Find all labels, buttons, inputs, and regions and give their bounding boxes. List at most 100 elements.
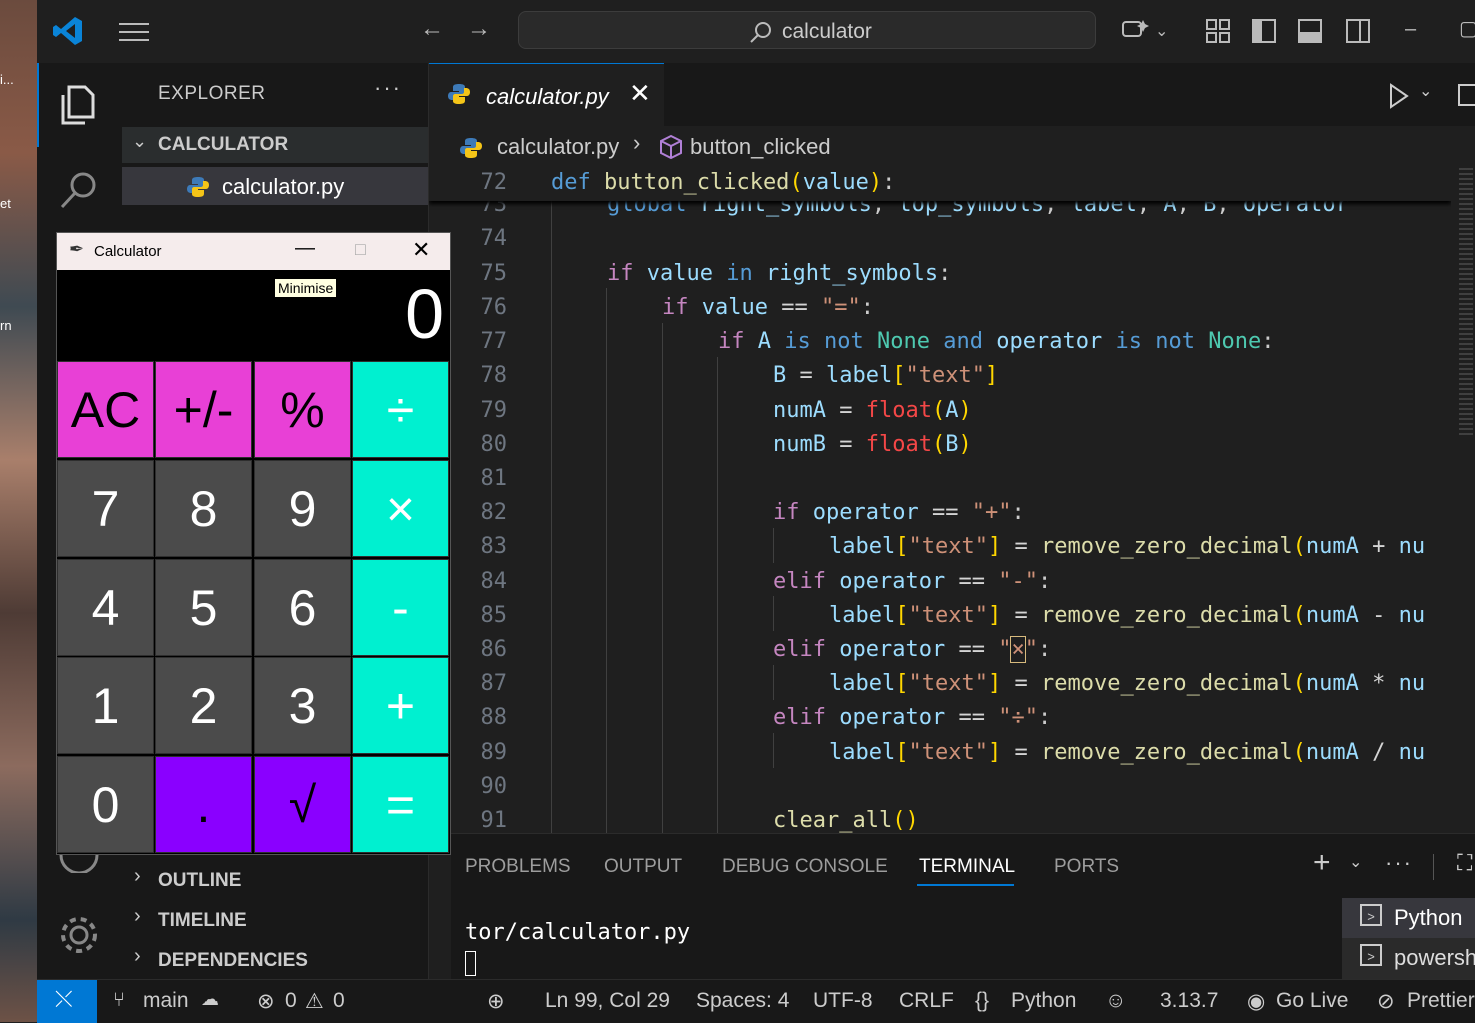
key-1[interactable]: 1 <box>57 657 154 754</box>
key-0[interactable]: 0 <box>57 756 154 853</box>
terminal-item-python[interactable]: > Python <box>1342 898 1475 938</box>
copilot-icon[interactable]: ☺ <box>1105 989 1126 1013</box>
tab-terminal[interactable]: TERMINAL <box>919 856 1015 878</box>
key-4[interactable]: 4 <box>57 559 154 656</box>
terminal-cursor <box>465 951 476 976</box>
menu-icon[interactable] <box>119 21 149 43</box>
key-negate[interactable]: +/- <box>155 361 252 458</box>
tab-problems[interactable]: PROBLEMS <box>465 856 571 878</box>
maximize-icon[interactable]: □ <box>355 239 366 260</box>
section-timeline[interactable]: › TIMELINE <box>122 901 428 939</box>
customize-layout-icon[interactable] <box>1205 18 1231 44</box>
key-5[interactable]: 5 <box>155 559 252 656</box>
close-icon[interactable]: ✕ <box>629 78 651 109</box>
cursor-position[interactable]: Ln 99, Col 29 <box>545 989 670 1013</box>
command-center-search[interactable]: calculator <box>518 11 1096 49</box>
error-icon: ⊗ <box>257 990 275 1013</box>
section-label: DEPENDENCIES <box>158 950 308 971</box>
key-7[interactable]: 7 <box>57 460 154 557</box>
code-line: def button_clicked(value): <box>551 170 896 195</box>
encoding[interactable]: UTF-8 <box>813 989 873 1013</box>
key-decimal[interactable]: . <box>155 756 252 853</box>
warning-count[interactable]: 0 <box>333 989 345 1013</box>
calculator-title-bar[interactable]: ✒ Calculator — □ ✕ <box>57 233 450 270</box>
indent-guide <box>717 357 718 833</box>
split-editor-icon[interactable] <box>1457 83 1475 107</box>
branch-name[interactable]: main <box>143 989 189 1013</box>
key-ac[interactable]: AC <box>57 361 154 458</box>
back-arrow-icon[interactable]: ← <box>420 14 444 44</box>
chevron-down-icon[interactable]: ⌄ <box>1349 852 1362 872</box>
tab-debug-console[interactable]: DEBUG CONSOLE <box>722 856 888 878</box>
file-calculator-py[interactable]: calculator.py <box>122 167 428 205</box>
prettier-status[interactable]: Prettier <box>1407 989 1475 1013</box>
key-subtract[interactable]: - <box>352 559 449 656</box>
indent-guide <box>773 596 774 631</box>
python-version[interactable]: 3.13.7 <box>1160 989 1218 1013</box>
toggle-secondary-sidebar-icon[interactable] <box>1345 18 1371 44</box>
section-outline[interactable]: › OUTLINE <box>122 861 428 899</box>
zoom-icon[interactable]: ⊕ <box>487 989 505 1014</box>
remote-indicator[interactable]: ⤬ <box>37 980 97 1023</box>
breadcrumb: calculator.py › button_clicked <box>429 126 1475 168</box>
tab-calculator-py[interactable]: calculator.py ✕ <box>429 63 664 126</box>
forward-arrow-icon[interactable]: → <box>467 14 491 44</box>
method-cube-icon <box>660 134 682 160</box>
active-indicator <box>37 63 39 147</box>
editor-tabs: calculator.py ✕ ⌄ <box>429 63 1475 126</box>
tab-label: calculator.py <box>486 84 609 109</box>
sticky-scroll-header[interactable]: 72 def button_clicked(value): <box>429 168 1451 201</box>
new-terminal-icon[interactable]: + <box>1313 846 1331 880</box>
breadcrumb-file[interactable]: calculator.py <box>497 134 619 160</box>
search-icon[interactable] <box>57 167 101 211</box>
minimize-icon[interactable]: — <box>295 237 315 260</box>
go-live-button[interactable]: Go Live <box>1276 989 1348 1013</box>
key-divide[interactable]: ÷ <box>352 361 449 458</box>
key-percent[interactable]: % <box>254 361 351 458</box>
minimize-window-icon[interactable]: – <box>1405 14 1416 44</box>
run-icon[interactable] <box>1387 83 1411 109</box>
key-equals[interactable]: = <box>352 756 449 853</box>
close-icon[interactable]: ✕ <box>412 237 430 263</box>
key-9[interactable]: 9 <box>254 460 351 557</box>
folder-name: CALCULATOR <box>158 134 289 155</box>
breadcrumb-symbol[interactable]: button_clicked <box>690 134 831 160</box>
error-count[interactable]: 0 <box>285 989 297 1013</box>
key-3[interactable]: 3 <box>254 657 351 754</box>
toggle-primary-sidebar-icon[interactable] <box>1251 18 1277 44</box>
tab-output[interactable]: OUTPUT <box>604 856 682 878</box>
line-ending[interactable]: CRLF <box>899 989 954 1013</box>
bottom-panel: PROBLEMS OUTPUT DEBUG CONSOLE TERMINAL P… <box>451 833 1475 980</box>
indentation[interactable]: Spaces: 4 <box>696 989 789 1013</box>
key-multiply[interactable]: × <box>352 460 449 557</box>
maximize-window-icon[interactable]: ▢ <box>1459 14 1475 44</box>
maximize-panel-icon[interactable]: ⛶ <box>1457 850 1472 876</box>
key-2[interactable]: 2 <box>155 657 252 754</box>
key-6[interactable]: 6 <box>254 559 351 656</box>
tab-ports[interactable]: PORTS <box>1054 856 1119 878</box>
language-mode[interactable]: Python <box>1011 989 1076 1013</box>
more-actions-icon[interactable]: ··· <box>374 75 402 101</box>
key-8[interactable]: 8 <box>155 460 252 557</box>
minimap[interactable] <box>1451 168 1475 833</box>
chevron-down-icon[interactable]: ⌄ <box>1155 17 1168 47</box>
key-sqrt[interactable]: √ <box>254 756 351 853</box>
gear-icon[interactable] <box>57 913 101 957</box>
key-add[interactable]: + <box>352 657 449 754</box>
code-line: B = label["text"] <box>773 363 999 388</box>
code-line: label["text"] = remove_zero_decimal(numA… <box>829 740 1426 765</box>
toggle-panel-icon[interactable] <box>1297 18 1323 44</box>
cloud-upload-icon[interactable]: ☁ <box>201 989 219 1010</box>
display-value: 0 <box>405 275 444 353</box>
terminal-item-powershell[interactable]: > powersh <box>1342 938 1475 978</box>
copilot-sparkle-icon[interactable] <box>1121 18 1149 44</box>
code-editor[interactable]: 73 global right_symbols, top_symbols, la… <box>429 168 1451 833</box>
folder-calculator[interactable]: ⌄ CALCULATOR <box>122 127 428 163</box>
section-dependencies[interactable]: › DEPENDENCIES <box>122 941 428 979</box>
chevron-right-icon: › <box>134 945 141 967</box>
explorer-icon[interactable] <box>57 83 101 127</box>
desktop-label-fragment: rn <box>0 318 12 333</box>
code-line: elif operator == "-": <box>773 569 1052 594</box>
more-actions-icon[interactable]: ··· <box>1385 850 1413 876</box>
chevron-down-icon[interactable]: ⌄ <box>1419 81 1432 101</box>
